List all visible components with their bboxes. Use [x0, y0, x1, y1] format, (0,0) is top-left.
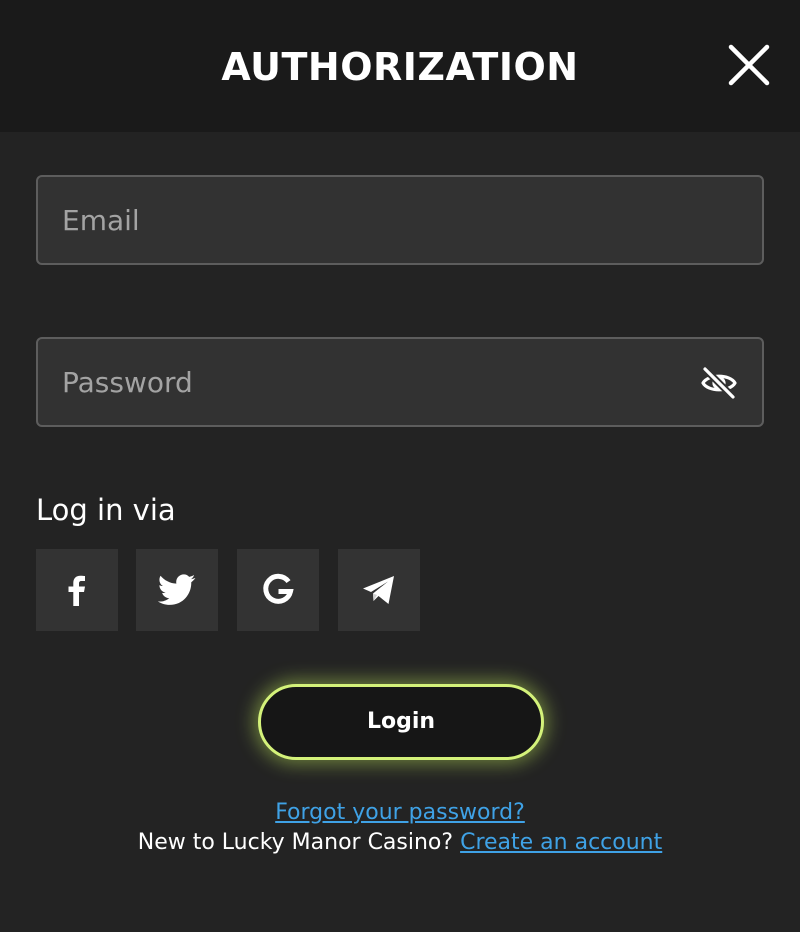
modal-title: AUTHORIZATION [221, 45, 579, 89]
google-icon [263, 573, 294, 604]
email-field-container [36, 175, 764, 265]
password-visibility-toggle[interactable] [700, 365, 738, 401]
account-links: Forgot your password? New to Lucky Manor… [0, 798, 800, 858]
forgot-password-link[interactable]: Forgot your password? [275, 800, 525, 825]
twitter-login-button[interactable] [136, 549, 218, 631]
password-field-container [36, 337, 764, 427]
password-input[interactable] [62, 339, 682, 425]
email-input[interactable] [62, 177, 682, 263]
close-button[interactable] [726, 42, 772, 88]
login-via-label: Log in via [36, 493, 176, 527]
telegram-icon [363, 576, 394, 604]
facebook-icon [68, 575, 85, 606]
google-login-button[interactable] [237, 549, 319, 631]
modal-header: AUTHORIZATION [0, 0, 800, 132]
twitter-icon [158, 574, 196, 605]
telegram-login-button[interactable] [338, 549, 420, 631]
create-account-link[interactable]: Create an account [460, 830, 662, 855]
close-icon [728, 44, 770, 86]
login-button[interactable]: Login [258, 684, 544, 760]
eye-off-icon [701, 365, 737, 401]
new-user-text: New to Lucky Manor Casino? [137, 830, 454, 855]
facebook-login-button[interactable] [36, 549, 118, 631]
